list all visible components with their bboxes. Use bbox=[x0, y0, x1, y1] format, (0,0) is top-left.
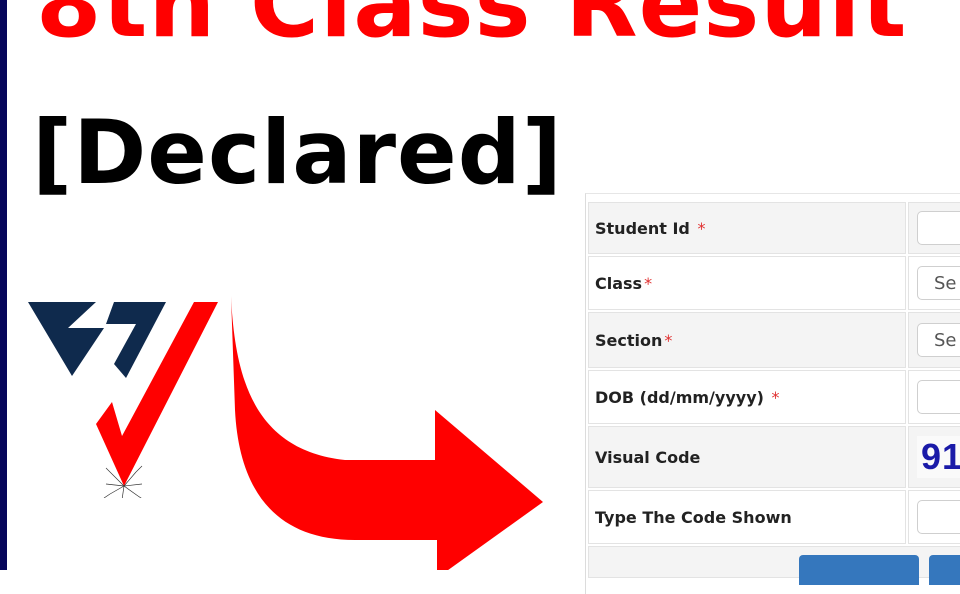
required-marker: * bbox=[697, 218, 706, 238]
result-form: Student Id * Class * Se Section * Se DOB… bbox=[585, 193, 960, 594]
declared-subtitle: [Declared] bbox=[32, 101, 563, 204]
arrow-body bbox=[231, 296, 543, 570]
dob-input[interactable] bbox=[917, 380, 960, 414]
logo-navy-left-chevron bbox=[28, 302, 104, 376]
headline: 8th Class Result bbox=[36, 0, 908, 59]
captcha-input[interactable] bbox=[917, 500, 960, 534]
dob-label: DOB (dd/mm/yyyy) * bbox=[588, 370, 906, 424]
section-select[interactable]: Se bbox=[917, 323, 960, 357]
form-row-section: Section * Se bbox=[588, 312, 960, 368]
form-row-dob: DOB (dd/mm/yyyy) * bbox=[588, 370, 960, 424]
required-marker: * bbox=[664, 330, 673, 350]
vw-checkmark-logo-icon bbox=[28, 302, 218, 498]
reset-button[interactable] bbox=[929, 555, 960, 585]
submit-button[interactable] bbox=[799, 555, 919, 585]
class-label: Class * bbox=[588, 256, 906, 310]
form-button-row bbox=[588, 546, 960, 585]
required-marker: * bbox=[644, 273, 653, 293]
required-marker: * bbox=[771, 387, 780, 407]
student-id-label: Student Id * bbox=[588, 202, 906, 254]
student-id-input[interactable] bbox=[917, 211, 960, 245]
captcha-code: 91 bbox=[917, 436, 960, 478]
logo-navy-right-shape bbox=[106, 302, 166, 378]
type-code-label: Type The Code Shown bbox=[588, 490, 906, 544]
visual-code-label: Visual Code bbox=[588, 426, 906, 488]
form-row-class: Class * Se bbox=[588, 256, 960, 310]
form-table: Student Id * Class * Se Section * Se DOB… bbox=[586, 200, 960, 585]
form-row-type-code: Type The Code Shown bbox=[588, 490, 960, 544]
section-label: Section * bbox=[588, 312, 906, 368]
left-border bbox=[0, 0, 7, 570]
curved-arrow-icon bbox=[231, 296, 543, 570]
form-row-visual-code: Visual Code 91 bbox=[588, 426, 960, 488]
logo-red-check bbox=[96, 302, 218, 486]
class-select[interactable]: Se bbox=[917, 266, 960, 300]
form-row-student-id: Student Id * bbox=[588, 202, 960, 254]
